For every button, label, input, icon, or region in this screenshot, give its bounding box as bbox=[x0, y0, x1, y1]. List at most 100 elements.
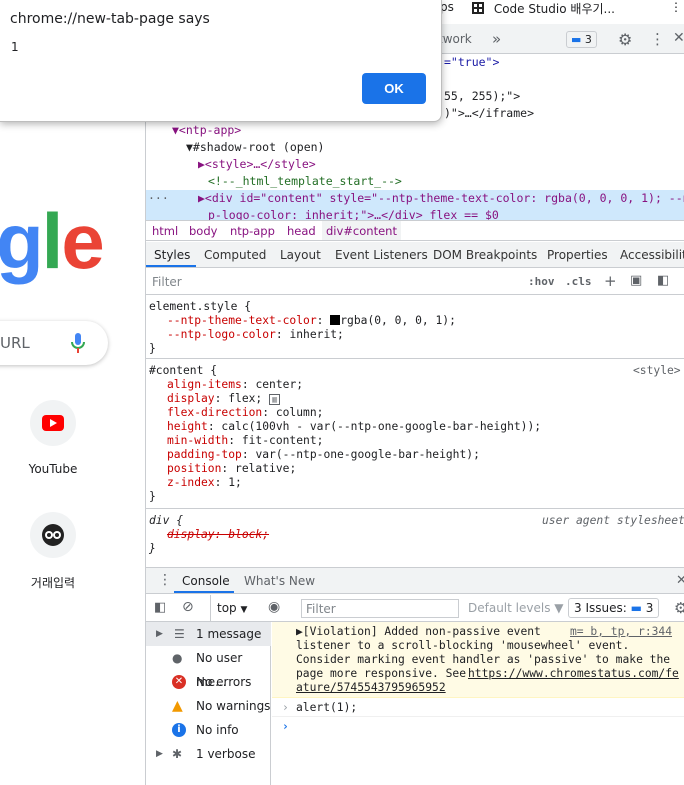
prop-name: --ntp-theme-text-color bbox=[167, 314, 317, 327]
drawer-menu-icon[interactable]: ⋮ bbox=[158, 572, 172, 588]
drawer-tabbar: ⋮ Console What's New ✕ bbox=[146, 568, 684, 594]
tab-computed[interactable]: Computed bbox=[204, 248, 266, 262]
tab-layout[interactable]: Layout bbox=[280, 248, 321, 262]
prop-name: z-index bbox=[167, 476, 215, 489]
more-tabs-icon[interactable]: » bbox=[492, 24, 501, 54]
breadcrumb: html body ntp-app head div#content bbox=[146, 220, 684, 241]
tab-network[interactable]: twork bbox=[438, 24, 472, 54]
rule-user-agent: div { user agent stylesheet display: blo… bbox=[146, 509, 684, 565]
overflow-icon[interactable]: ⋮ bbox=[670, 0, 682, 14]
sidebar-item-errors[interactable]: ✕ No errors bbox=[146, 670, 271, 694]
kebab-menu-icon[interactable]: ⋮ bbox=[650, 30, 665, 48]
rule-property[interactable]: align-items: center; bbox=[167, 378, 303, 392]
flex-editor-icon[interactable]: ▥ bbox=[269, 394, 281, 405]
dom-line[interactable]: ▶<style>…</style> bbox=[198, 156, 316, 173]
clear-console-icon[interactable]: ⊘ bbox=[182, 599, 194, 615]
rule-property-overridden: display: block; bbox=[167, 528, 270, 541]
violation-url-link[interactable]: https://www.chromestatus.com/fe bbox=[468, 667, 679, 681]
sidebar-toggle-icon[interactable]: ◧ bbox=[657, 273, 669, 288]
sidebar-item-messages[interactable]: ▶ ☰ 1 message bbox=[146, 622, 271, 646]
hov-button[interactable]: :hov bbox=[528, 275, 555, 288]
list-icon: ☰ bbox=[174, 627, 185, 641]
code-studio-bookmark[interactable]: Code Studio 배우기... bbox=[472, 0, 615, 17]
issues-button[interactable]: 3 Issues: ▬ 3 bbox=[568, 598, 660, 618]
crumb-body[interactable]: body bbox=[189, 224, 217, 238]
violation-message[interactable]: ▶[Violation] Added non-passive event m= … bbox=[272, 622, 684, 698]
issues-button[interactable]: ▬ 3 bbox=[566, 31, 597, 48]
ok-button[interactable]: OK bbox=[362, 73, 426, 104]
dialog-title: chrome://new-tab-page says bbox=[10, 11, 210, 27]
ellipsis-icon[interactable]: ··· bbox=[148, 190, 169, 207]
eye-icon[interactable]: ◉ bbox=[268, 599, 280, 615]
dom-line[interactable]: 55, 255);"> bbox=[444, 88, 520, 105]
rule-close: } bbox=[149, 342, 156, 355]
rule-property[interactable]: --ntp-theme-text-color: rgba(0, 0, 0, 1)… bbox=[167, 314, 456, 328]
crumb-ntp-app[interactable]: ntp-app bbox=[230, 224, 275, 238]
crumb-head[interactable]: head bbox=[287, 224, 316, 238]
sidebar-item-verbose[interactable]: ▶ ✱ 1 verbose bbox=[146, 742, 271, 766]
dom-line[interactable]: ▼#shadow-root (open) bbox=[186, 139, 324, 156]
shortcut-youtube[interactable]: YouTube bbox=[15, 396, 91, 486]
sidebar-item-warnings[interactable]: ▲ No warnings bbox=[146, 694, 271, 718]
console-prompt[interactable]: › bbox=[272, 718, 684, 736]
google-logo: gle bbox=[0, 197, 105, 285]
search-box[interactable]: URL bbox=[0, 321, 108, 365]
console-filter-input[interactable]: Filter bbox=[301, 599, 459, 618]
sidebar-toggle-icon[interactable]: ◧ bbox=[154, 600, 166, 615]
search-placeholder: URL bbox=[0, 334, 30, 352]
rule-property[interactable]: height: calc(100vh - var(--ntp-one-googl… bbox=[167, 420, 541, 434]
alert-dialog: chrome://new-tab-page says 1 OK bbox=[0, 0, 442, 122]
rule-property[interactable]: display: flex; ▥ bbox=[167, 392, 281, 406]
sidebar-item-label: No errors bbox=[196, 675, 252, 689]
dom-line[interactable]: <!--_html_template_start_--> bbox=[208, 173, 402, 190]
violation-url-link[interactable]: ature/5745543795965952 bbox=[296, 681, 446, 695]
prop-name: display bbox=[167, 392, 215, 405]
close-devtools-icon[interactable]: ✕ bbox=[673, 30, 684, 46]
dom-line[interactable]: ▼<ntp-app> bbox=[172, 122, 241, 139]
close-drawer-icon[interactable]: ✕ bbox=[676, 573, 684, 588]
new-rule-icon[interactable]: + bbox=[604, 272, 617, 290]
tab-accessibility[interactable]: Accessibility bbox=[620, 248, 684, 262]
log-levels-dropdown[interactable]: Default levels ▼ bbox=[468, 601, 564, 615]
rule-close: } bbox=[149, 542, 156, 555]
dom-line[interactable]: ="true"> bbox=[444, 54, 499, 71]
dom-line[interactable]: )">…</iframe> bbox=[444, 105, 534, 122]
styles-filter-input[interactable]: Filter bbox=[152, 275, 182, 289]
tab-console[interactable]: Console bbox=[182, 574, 230, 588]
violation-source-link[interactable]: m= b, tp, r:344 bbox=[570, 625, 672, 639]
rule-property[interactable]: --ntp-logo-color: inherit; bbox=[167, 328, 344, 342]
rule-property[interactable]: z-index: 1; bbox=[167, 476, 242, 490]
tab-dom-breakpoints[interactable]: DOM Breakpoints bbox=[433, 248, 537, 262]
microphone-icon[interactable] bbox=[71, 332, 85, 357]
shortcut-trade-input[interactable]: 거래입력 bbox=[15, 508, 91, 598]
dropdown-arrow-icon: ▼ bbox=[240, 605, 248, 615]
tab-event-listeners[interactable]: Event Listeners bbox=[335, 248, 428, 262]
tab-whats-new[interactable]: What's New bbox=[244, 574, 315, 588]
command-text: alert(1); bbox=[296, 701, 358, 714]
violation-text: Consider marking event handler as 'passi… bbox=[296, 653, 671, 666]
rule-property[interactable]: min-width: fit-content; bbox=[167, 434, 323, 448]
gear-icon[interactable]: ⚙ bbox=[618, 30, 632, 49]
paint-icon[interactable]: ▣ bbox=[630, 273, 642, 288]
console-toolbar: ◧ ⊘ top ▼ ◉ Filter Default levels ▼ 3 Is… bbox=[146, 595, 684, 622]
rule-property[interactable]: position: relative; bbox=[167, 462, 296, 476]
sidebar-item-user-messages[interactable]: ● No user me... bbox=[146, 646, 271, 689]
tab-styles[interactable]: Styles bbox=[154, 248, 190, 262]
apps-bookmark[interactable]: ps bbox=[440, 0, 454, 14]
crumb-html[interactable]: html bbox=[152, 224, 178, 238]
rule-source-link[interactable]: <style> bbox=[633, 364, 681, 378]
gear-icon[interactable]: ⚙ bbox=[674, 599, 684, 617]
rule-property[interactable]: padding-top: var(--ntp-one-google-bar-he… bbox=[167, 448, 480, 462]
tab-properties[interactable]: Properties bbox=[547, 248, 608, 262]
rule-property[interactable]: flex-direction: column; bbox=[167, 406, 323, 420]
crumb-div-content[interactable]: div#content bbox=[322, 221, 401, 240]
dom-line-selected[interactable]: ▶<div id="content" style="--ntp-theme-te… bbox=[198, 190, 684, 207]
context-selector[interactable]: top ▼ bbox=[210, 595, 247, 621]
console-sidebar: ▶ ☰ 1 message ● No user me... ✕ No error… bbox=[146, 622, 271, 785]
prop-name: min-width bbox=[167, 434, 229, 447]
dom-line-selected[interactable]: p-logo-color: inherit;">…</div> flex == … bbox=[208, 207, 499, 220]
prompt-icon: › bbox=[282, 720, 289, 733]
cls-button[interactable]: .cls bbox=[565, 275, 592, 288]
color-swatch[interactable] bbox=[330, 315, 341, 325]
sidebar-item-info[interactable]: i No info bbox=[146, 718, 271, 742]
